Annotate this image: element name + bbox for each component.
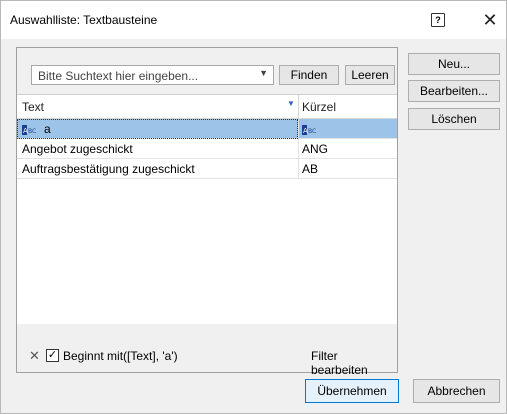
focused-cell xyxy=(17,119,298,139)
chevron-down-icon[interactable]: ▼ xyxy=(259,68,268,78)
filter-icon[interactable]: ▼ xyxy=(287,99,295,108)
text-field-icon: A BC xyxy=(302,124,316,135)
table-row[interactable]: Auftragsbestätigung zugeschickt AB xyxy=(17,159,397,179)
new-button[interactable]: Neu... xyxy=(408,53,500,75)
grid-header: Text ▼ Kürzel xyxy=(17,95,397,119)
edit-filter-link[interactable]: Filter bearbeiten xyxy=(311,349,397,377)
filter-expression: Beginnt mit([Text], 'a') xyxy=(63,349,178,363)
close-icon[interactable]: ✕ xyxy=(477,7,503,33)
results-grid: Text ▼ Kürzel A BC a A BC Angebot zugesc… xyxy=(17,94,397,324)
search-input[interactable]: Bitte Suchtext hier eingeben... ▼ xyxy=(31,65,274,85)
row-kuerzel: A BC xyxy=(302,122,324,136)
cell-separator xyxy=(298,119,299,139)
svg-text:BC: BC xyxy=(28,128,36,135)
clear-filter-icon[interactable]: ✕ xyxy=(29,348,40,364)
row-kuerzel: AB xyxy=(302,162,319,176)
row-text: Auftragsbestätigung zugeschickt xyxy=(22,162,195,176)
list-panel: Bitte Suchtext hier eingeben... ▼ Finden… xyxy=(16,47,398,377)
row-text: A BC a xyxy=(22,122,51,136)
column-separator[interactable] xyxy=(298,95,299,119)
table-row[interactable]: A BC a A BC xyxy=(17,119,397,139)
table-row[interactable]: Angebot zugeschickt ANG xyxy=(17,139,397,159)
find-button[interactable]: Finden xyxy=(279,65,339,85)
edit-button[interactable]: Bearbeiten... xyxy=(408,80,500,102)
cancel-button[interactable]: Abbrechen xyxy=(413,379,500,403)
filter-bar: ✕ ✓ Beginnt mit([Text], 'a') Filter bear… xyxy=(17,342,397,377)
help-icon[interactable]: ? xyxy=(431,13,445,27)
title-bar: Auswahlliste: Textbausteine ? ✕ xyxy=(1,1,506,39)
column-header-kuerzel[interactable]: Kürzel xyxy=(302,100,336,114)
text-field-icon: A BC xyxy=(22,124,36,135)
row-text-value: a xyxy=(44,122,51,136)
search-placeholder: Bitte Suchtext hier eingeben... xyxy=(38,69,199,83)
dialog-window: Auswahlliste: Textbausteine ? ✕ Bitte Su… xyxy=(0,0,507,414)
clear-button[interactable]: Leeren xyxy=(345,65,395,85)
apply-button[interactable]: Übernehmen xyxy=(305,379,399,403)
cell-separator xyxy=(298,159,299,179)
row-kuerzel: ANG xyxy=(302,142,329,156)
column-header-text[interactable]: Text xyxy=(22,100,44,114)
delete-button[interactable]: Löschen xyxy=(408,108,500,130)
filter-active-checkbox[interactable]: ✓ xyxy=(46,349,59,362)
window-title: Auswahlliste: Textbausteine xyxy=(10,13,158,27)
cell-separator xyxy=(298,139,299,159)
svg-text:BC: BC xyxy=(308,128,316,135)
row-text: Angebot zugeschickt xyxy=(22,142,133,156)
